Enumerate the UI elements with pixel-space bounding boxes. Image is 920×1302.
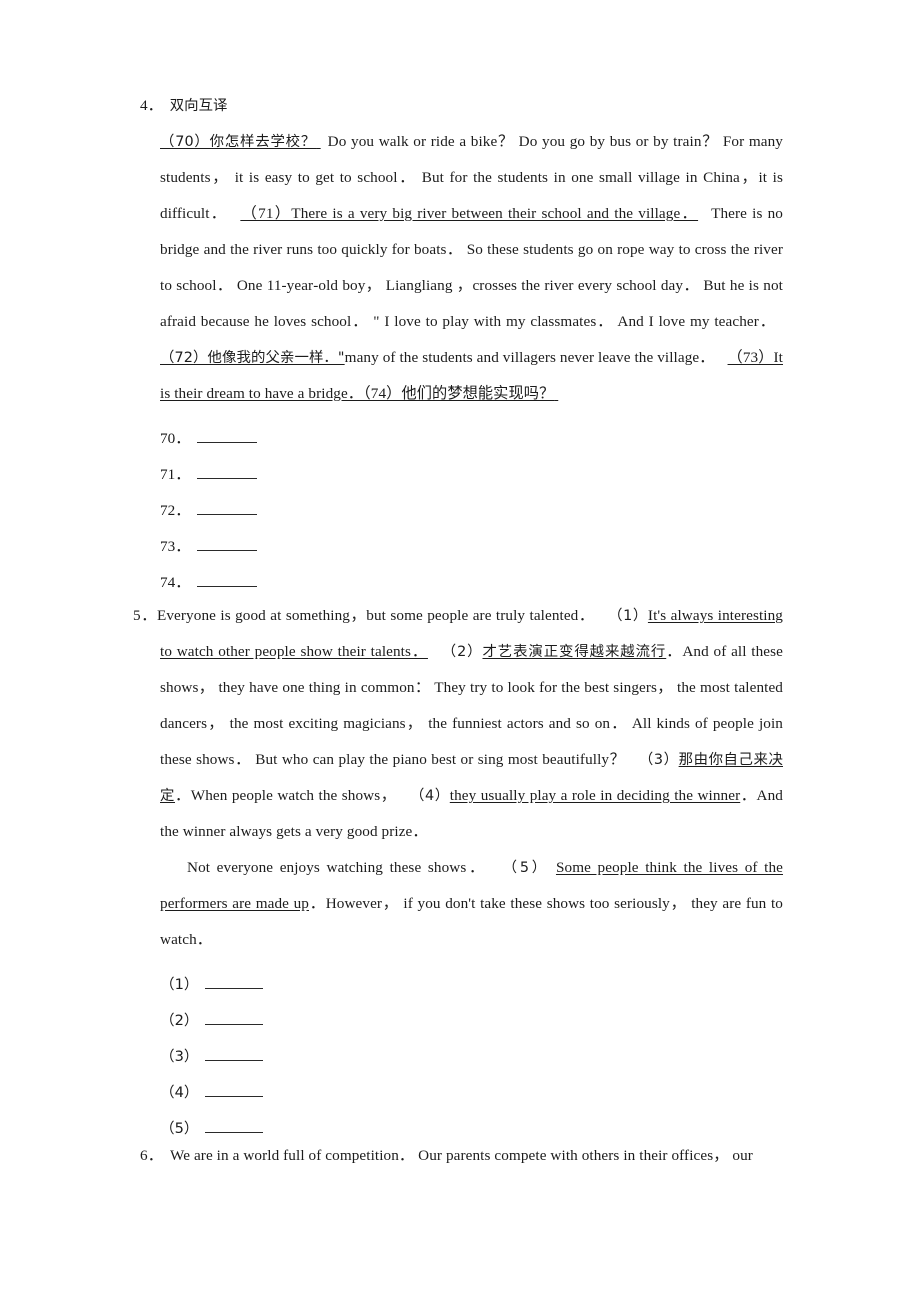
exercise-4-answer-list: 70． 71． 72． 73． 74． (133, 412, 783, 592)
answer-label: （5） (160, 1120, 199, 1137)
passage-segment-71: （71）There is a very big river between th… (240, 205, 699, 222)
answer-blank-74[interactable] (197, 586, 258, 587)
exercise-5-number: 5． (133, 607, 157, 624)
answer-blank-5[interactable] (205, 1132, 264, 1133)
ex5-label-2: （2） (440, 644, 483, 660)
ex5-text-b: ．And of all these shows， they have one t… (160, 643, 783, 768)
answer-label: 70． (160, 430, 191, 447)
answer-label: 71． (160, 466, 191, 483)
answer-row[interactable]: （3） (133, 1030, 783, 1066)
ex5-segment-4: they usually play a role in deciding the… (449, 787, 741, 804)
answer-row[interactable]: 74． (133, 556, 783, 592)
answer-row[interactable]: （5） (133, 1102, 783, 1138)
answer-label: （3） (160, 1048, 199, 1065)
ex5-label-1: （1） (607, 608, 648, 624)
answer-label: 73． (160, 538, 191, 555)
exercise-6-number: 6． (140, 1147, 163, 1164)
answer-blank-73[interactable] (197, 550, 258, 551)
answer-row[interactable]: 72． (133, 484, 783, 520)
ex5-label-4: （4） (409, 788, 450, 804)
answer-label: （4） (160, 1084, 199, 1101)
answer-label: （2） (160, 1012, 199, 1029)
answer-row[interactable]: （1） (133, 958, 783, 994)
exercise-5-answer-list: （1） （2） （3） （4） （5） (133, 958, 783, 1138)
answer-blank-72[interactable] (197, 514, 258, 515)
ex5-segment-2: 才艺表演正变得越来越流行 (482, 644, 667, 660)
passage-text-c: many of the students and villagers never… (344, 349, 715, 366)
exercise-4-passage: （70）你怎样去学校？ Do you walk or ride a bike？ … (133, 124, 783, 412)
answer-label: 74． (160, 574, 191, 591)
answer-label: 72． (160, 502, 191, 519)
exercise-4-heading: 4． 双向互译 (133, 88, 783, 124)
answer-blank-70[interactable] (197, 442, 258, 443)
answer-row[interactable]: 73． (133, 520, 783, 556)
exercise-4-number: 4． (140, 97, 163, 114)
ex5-label-3: （3） (638, 752, 679, 768)
ex5-label-5: （5） (500, 860, 549, 876)
exercise-6-paragraph: 6． We are in a world full of competition．… (133, 1138, 783, 1174)
passage-segment-72: （72）他像我的父亲一样．" (160, 350, 345, 366)
answer-label: （1） (160, 976, 199, 993)
passage-segment-70: （70）你怎样去学校？ (160, 134, 317, 150)
answer-blank-3[interactable] (205, 1060, 264, 1061)
answer-blank-71[interactable] (197, 478, 258, 479)
exercise-5-paragraph-2: Not everyone enjoys watching these shows… (133, 850, 783, 958)
answer-row[interactable]: （2） (133, 994, 783, 1030)
answer-blank-2[interactable] (205, 1024, 264, 1025)
document-content: 4． 双向互译 （70）你怎样去学校？ Do you walk or ride a… (133, 88, 783, 1174)
answer-blank-1[interactable] (205, 988, 264, 989)
answer-row[interactable]: （4） (133, 1066, 783, 1102)
exercise-6-text: We are in a world full of competition． O… (169, 1147, 753, 1164)
answer-row[interactable]: 71． (133, 448, 783, 484)
ex5-text-c: ．When people watch the shows， (175, 787, 397, 804)
document-page: 4． 双向互译 （70）你怎样去学校？ Do you walk or ride a… (0, 0, 920, 1302)
ex5-text-a: Everyone is good at something，but some p… (156, 607, 595, 624)
exercise-5-paragraph-1: 5．Everyone is good at something，but some… (133, 598, 783, 850)
ex5p2-text-a: Not everyone enjoys watching these shows… (187, 859, 487, 876)
answer-blank-4[interactable] (205, 1096, 264, 1097)
exercise-4-title: 双向互译 (169, 98, 228, 114)
passage-text-b: There is no bridge and the river runs to… (160, 205, 784, 330)
answer-row[interactable]: 70． (133, 412, 783, 448)
